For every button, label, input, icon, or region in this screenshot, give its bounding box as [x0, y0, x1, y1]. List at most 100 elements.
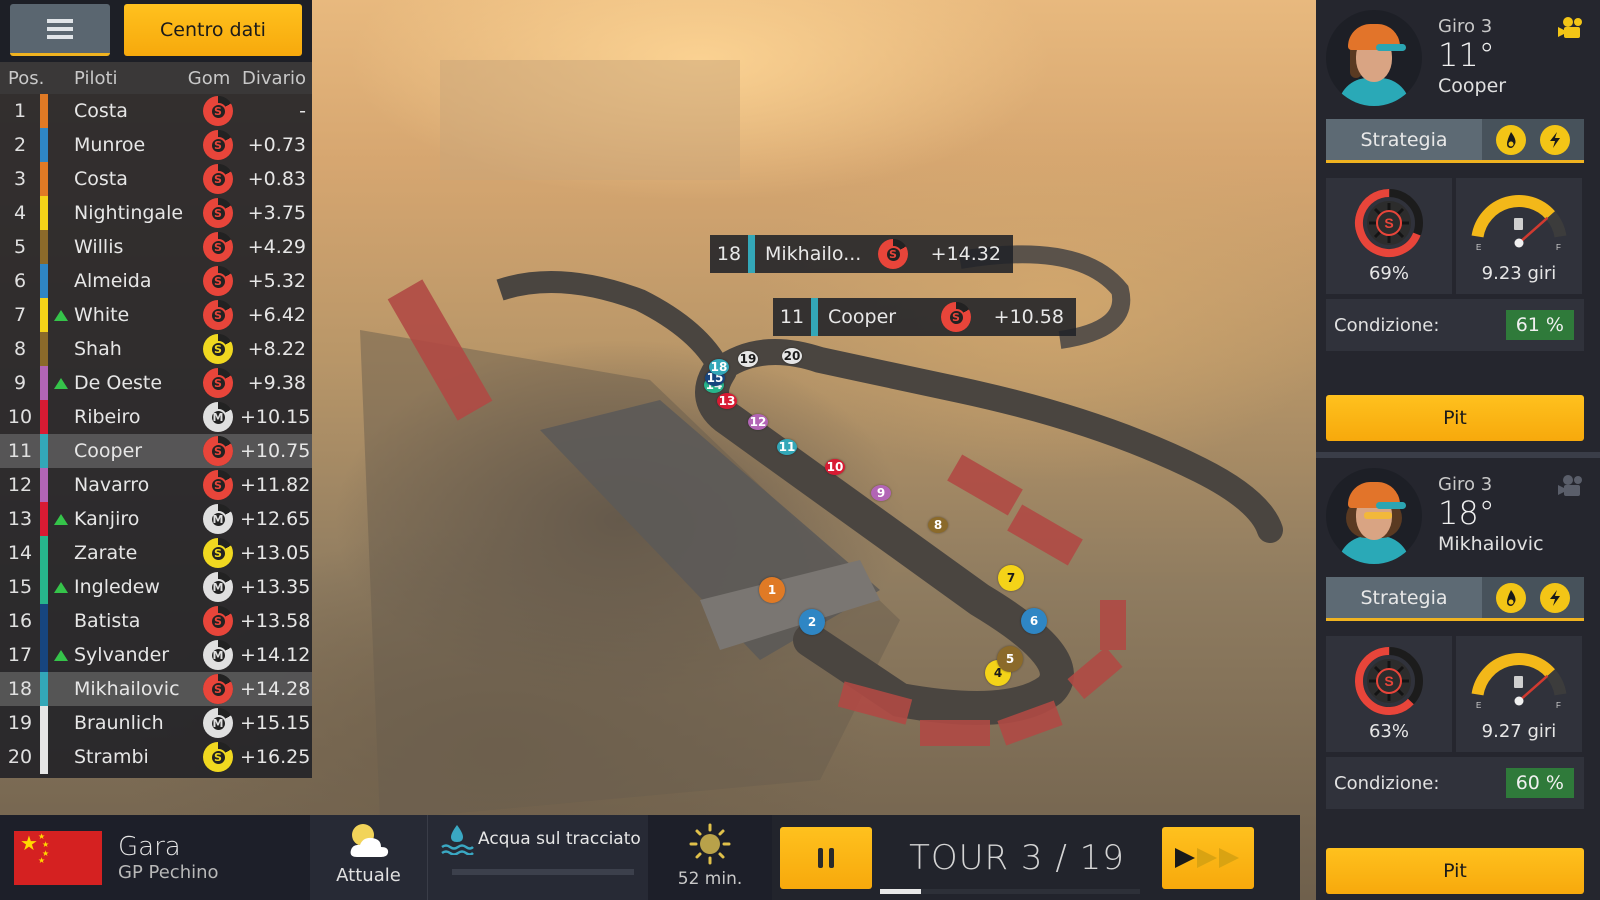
row-driver-name: Nightingale [74, 202, 184, 224]
fuel-box[interactable]: E F 9.27 giri [1456, 636, 1582, 752]
water-level-bar [452, 869, 634, 875]
tyre-wear-box[interactable]: S 63% [1326, 636, 1452, 752]
standings-row[interactable]: 15 Ingledew M +13.35 [0, 570, 312, 604]
row-position: 15 [7, 576, 33, 598]
driver-avatar[interactable] [1326, 10, 1422, 106]
car-marker[interactable]: 11 [777, 439, 797, 455]
pit-button[interactable]: Pit [1326, 848, 1584, 894]
row-gap: +3.75 [247, 202, 306, 224]
position-up-arrow-icon [48, 309, 74, 321]
team-color-bar [40, 570, 48, 604]
row-position: 18 [7, 678, 33, 700]
position-up-arrow-icon [48, 581, 74, 593]
map-driver-label[interactable]: 18 Mikhailo... S +14.32 [710, 235, 1013, 273]
condition-box: Condizione: 61 % [1326, 299, 1584, 351]
car-marker[interactable]: 8 [928, 517, 948, 533]
car-marker[interactable]: 19 [738, 351, 758, 367]
sun-icon [689, 823, 731, 865]
condition-value: 61 % [1505, 310, 1574, 340]
tyre-medium-icon: M [196, 708, 240, 738]
standings-row[interactable]: 3 Costa S +0.83 [0, 162, 312, 196]
lightning-mode-icon[interactable] [1540, 582, 1570, 613]
driver-position: 18° [1438, 494, 1495, 532]
row-position: 4 [13, 202, 27, 224]
condition-box: Condizione: 60 % [1326, 757, 1584, 809]
svg-text:S: S [1384, 215, 1393, 231]
current-weather[interactable]: Attuale [310, 815, 428, 900]
strategy-button[interactable]: Strategia [1326, 119, 1482, 160]
car-marker[interactable]: 2 [799, 609, 825, 635]
standings-row[interactable]: 2 Munroe S +0.73 [0, 128, 312, 162]
tyre-soft-icon: S [873, 239, 913, 269]
tyre-soft-icon: S [196, 96, 240, 126]
standings-row[interactable]: 8 Shah S +8.22 [0, 332, 312, 366]
car-marker[interactable]: 1 [759, 577, 785, 603]
lightning-mode-icon[interactable] [1540, 124, 1570, 155]
row-position: 7 [13, 304, 27, 326]
row-position: 17 [7, 644, 33, 666]
row-gap: +8.22 [247, 338, 306, 360]
fuel-mode-icon[interactable] [1496, 582, 1526, 613]
standings-row[interactable]: 10 Ribeiro M +10.15 [0, 400, 312, 434]
team-color-bar [748, 235, 755, 273]
water-label: Acqua sul tracciato [478, 829, 641, 849]
standings-panel: Centro dati Pos. Piloti Gom Divario 1 Co… [0, 0, 312, 778]
standings-row[interactable]: 18 Mikhailovic S +14.28 [0, 672, 312, 706]
standings-row[interactable]: 7 White S +6.42 [0, 298, 312, 332]
car-marker[interactable]: 20 [782, 348, 802, 364]
water-on-track: Acqua sul tracciato [428, 815, 648, 900]
tyre-soft-icon: S [196, 164, 240, 194]
row-gap: +13.58 [240, 610, 311, 632]
car-marker[interactable]: 18 [709, 359, 729, 375]
standings-row[interactable]: 17 Sylvander M +14.12 [0, 638, 312, 672]
tyre-wear-box[interactable]: S 69% [1326, 178, 1452, 294]
car-marker[interactable]: 13 [717, 393, 737, 409]
row-driver-name: Cooper [74, 440, 143, 462]
pause-button[interactable] [780, 826, 872, 889]
car-marker[interactable]: 6 [1021, 608, 1047, 634]
fuel-mode-icon[interactable] [1496, 124, 1526, 155]
row-position: 6 [13, 270, 27, 292]
fuel-full-label: F [1556, 701, 1561, 710]
standings-row[interactable]: 12 Navarro S +11.82 [0, 468, 312, 502]
data-center-button[interactable]: Centro dati [124, 4, 302, 56]
hamburger-menu-icon [47, 15, 73, 43]
standings-row[interactable]: 13 Kanjiro M +12.65 [0, 502, 312, 536]
fuel-box[interactable]: E F 9.23 giri [1456, 178, 1582, 294]
car-marker[interactable]: 10 [825, 459, 845, 475]
strategy-bar: Strategia [1326, 119, 1584, 163]
camera-icon[interactable] [1558, 474, 1586, 498]
menu-button[interactable] [10, 4, 110, 56]
standings-row[interactable]: 20 Strambi S +16.25 [0, 740, 312, 774]
car-marker[interactable]: 5 [997, 646, 1023, 672]
standings-row[interactable]: 1 Costa S - [0, 94, 312, 128]
row-gap: +10.75 [240, 440, 311, 462]
standings-row[interactable]: 5 Willis S +4.29 [0, 230, 312, 264]
position-up-arrow-icon [48, 649, 74, 661]
pit-button[interactable]: Pit [1326, 395, 1584, 441]
row-position: 12 [7, 474, 33, 496]
standings-row[interactable]: 9 De Oeste S +9.38 [0, 366, 312, 400]
car-marker[interactable]: 12 [748, 414, 768, 430]
driver-avatar[interactable] [1326, 468, 1422, 564]
row-position: 3 [13, 168, 27, 190]
standings-row[interactable]: 6 Almeida S +5.32 [0, 264, 312, 298]
car-marker[interactable]: 9 [871, 485, 891, 501]
standings-row[interactable]: 16 Batista S +13.58 [0, 604, 312, 638]
map-driver-label[interactable]: 11 Cooper S +10.58 [773, 298, 1076, 336]
standings-row[interactable]: 14 Zarate S +13.05 [0, 536, 312, 570]
fast-forward-button[interactable] [1162, 826, 1254, 889]
position-up-arrow-icon [48, 513, 74, 525]
standings-row[interactable]: 4 Nightingale S +3.75 [0, 196, 312, 230]
grand-prix-name: GP Pechino [118, 862, 219, 883]
weather-forecast[interactable]: 52 min. [648, 815, 772, 900]
standings-row[interactable]: 11 Cooper S +10.75 [0, 434, 312, 468]
camera-icon[interactable] [1558, 16, 1586, 40]
standings-row[interactable]: 19 Braunlich M +15.15 [0, 706, 312, 740]
label-gap: +10.58 [993, 306, 1064, 328]
strategy-button[interactable]: Strategia [1326, 577, 1482, 618]
tyre-soft-icon: S [196, 198, 240, 228]
tyre-soft-icon: S [196, 674, 240, 704]
car-marker[interactable]: 7 [998, 565, 1024, 591]
row-gap: +10.15 [240, 406, 311, 428]
